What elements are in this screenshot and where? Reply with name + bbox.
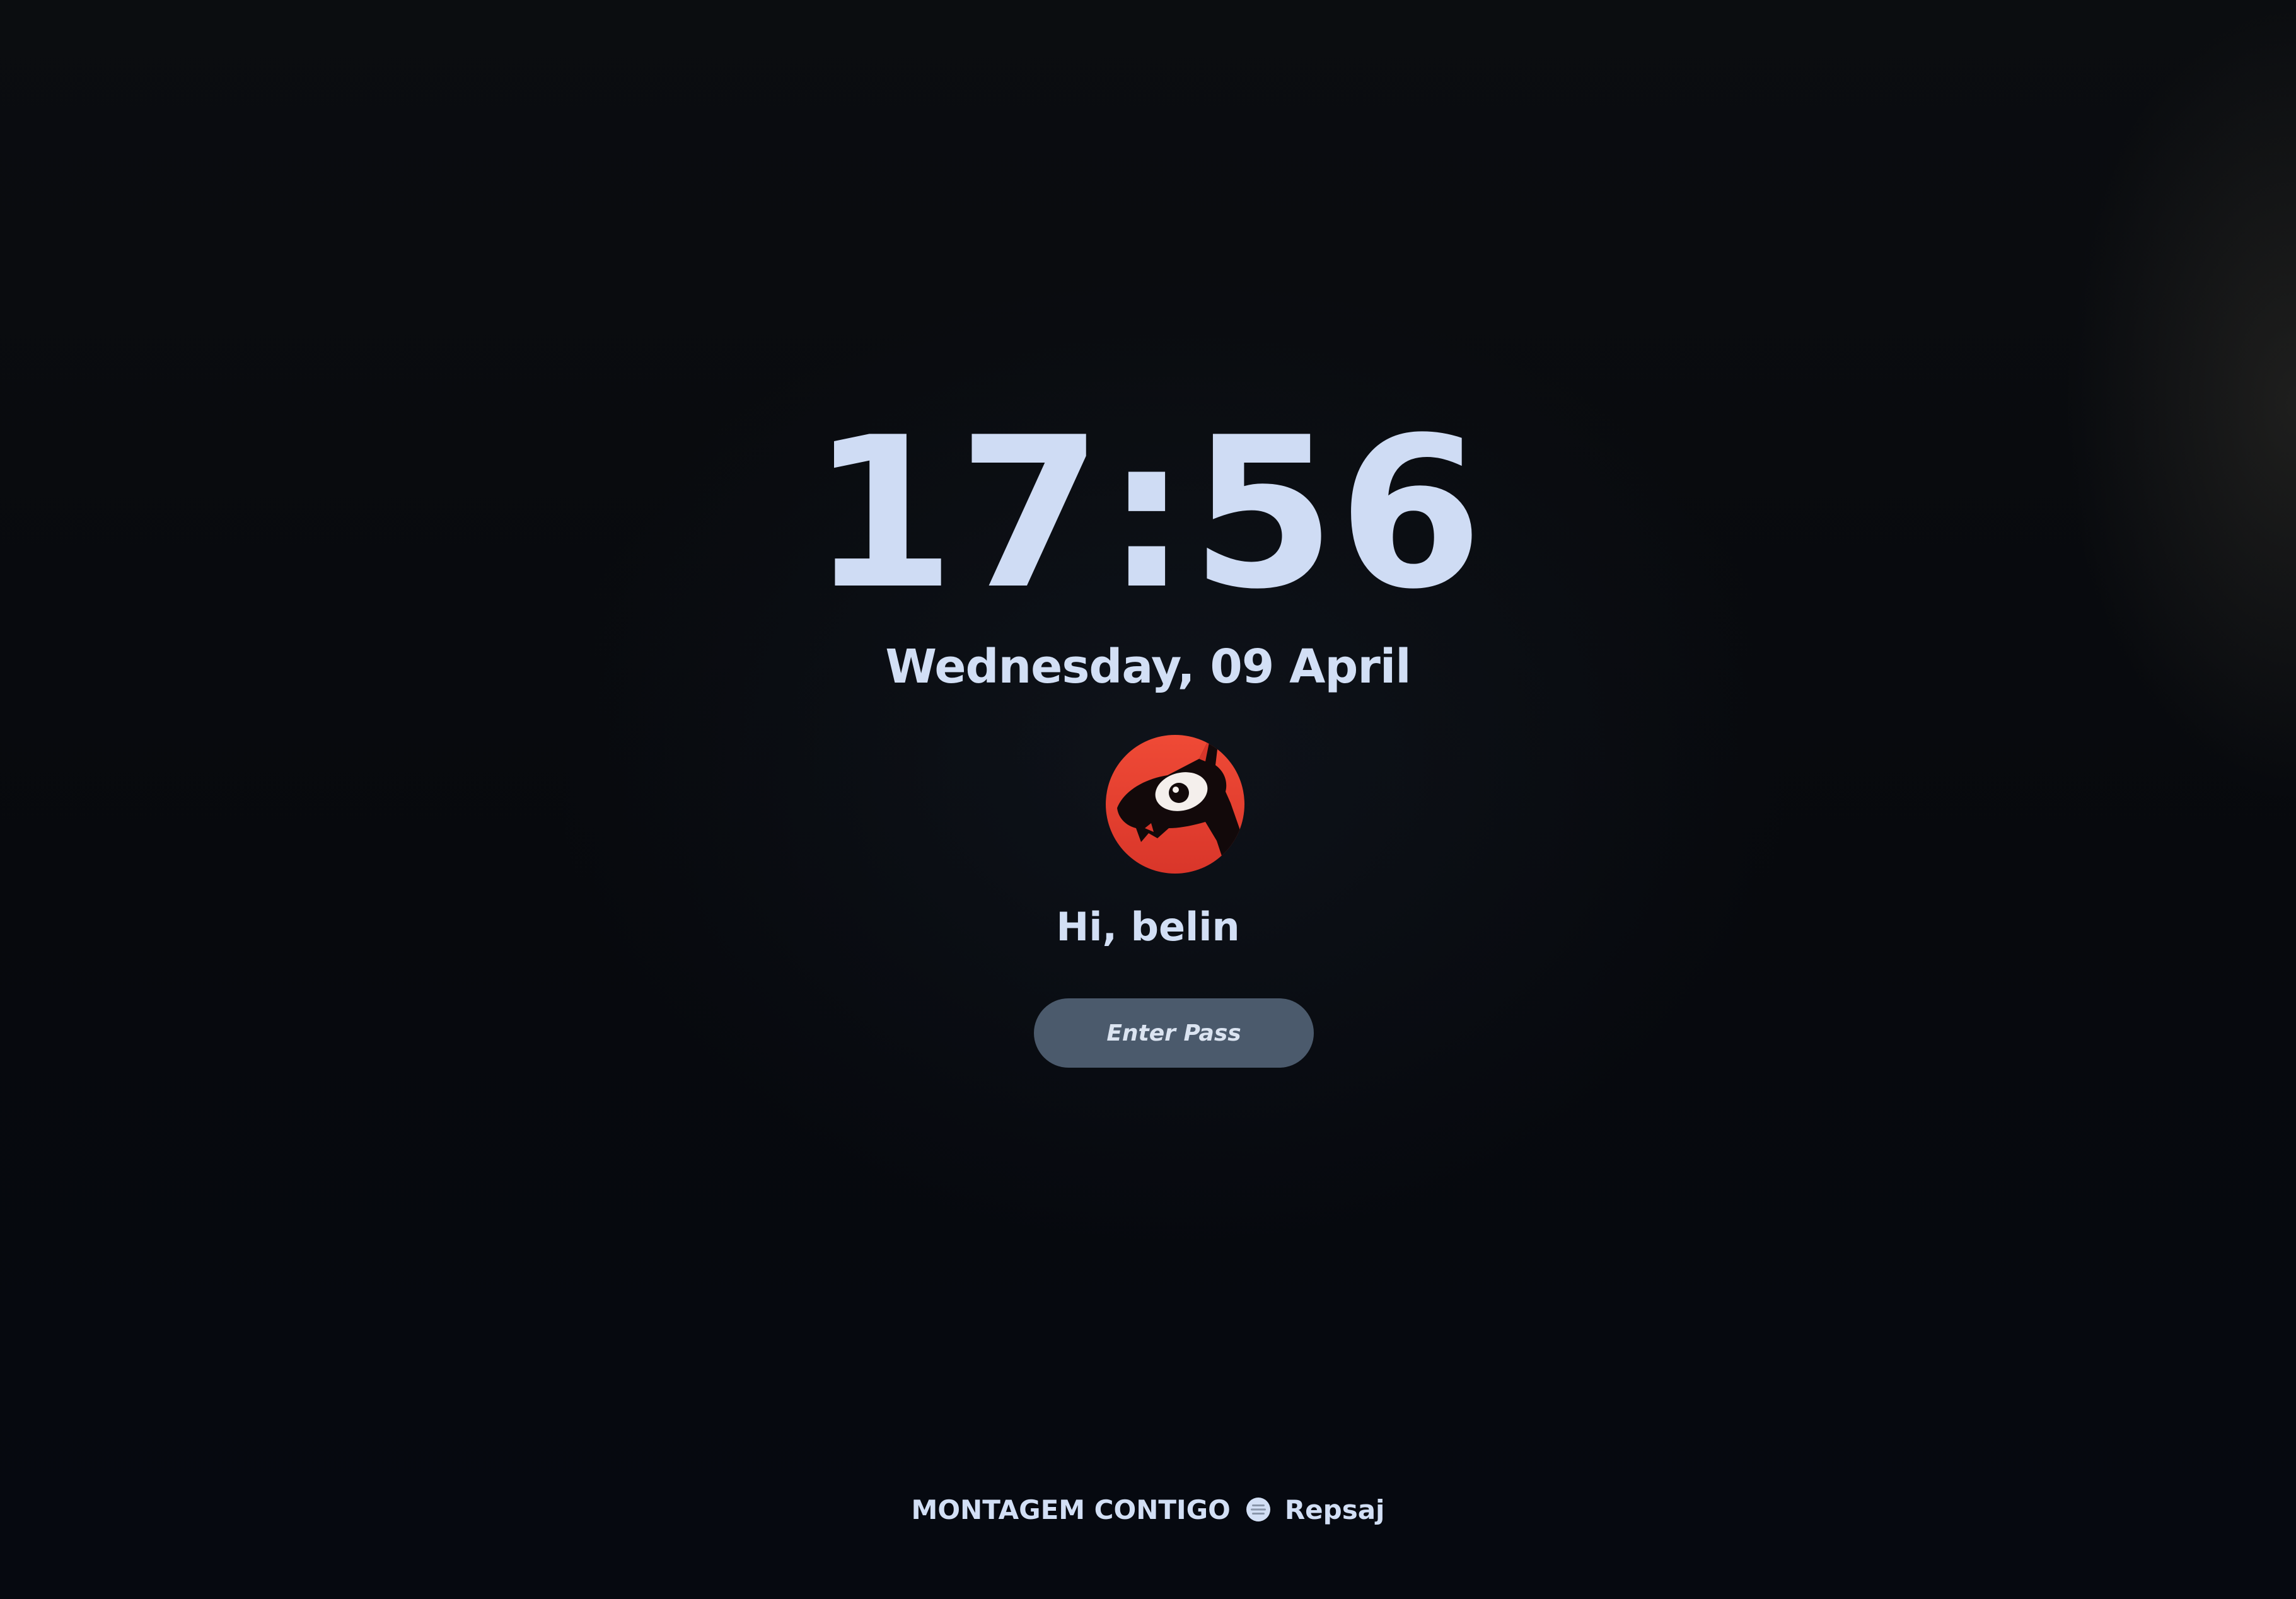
clock-date: Wednesday, 09 April xyxy=(885,640,1411,694)
user-avatar xyxy=(1105,734,1246,875)
user-greeting: Hi, belin xyxy=(1056,904,1240,950)
lock-screen: 17:56 Wednesday, 09 April Hi, belin MONT… xyxy=(0,0,2296,1599)
red-creature-avatar-icon xyxy=(1106,735,1244,874)
now-playing-artist: Repsaj xyxy=(1284,1494,1385,1525)
password-input[interactable] xyxy=(1034,998,1314,1068)
now-playing-title: MONTAGEM CONTIGO xyxy=(911,1494,1231,1525)
music-disc-icon xyxy=(1246,1497,1271,1522)
now-playing-bar: MONTAGEM CONTIGO Repsaj xyxy=(0,1487,2296,1532)
clock-time: 17:56 xyxy=(810,393,1486,635)
